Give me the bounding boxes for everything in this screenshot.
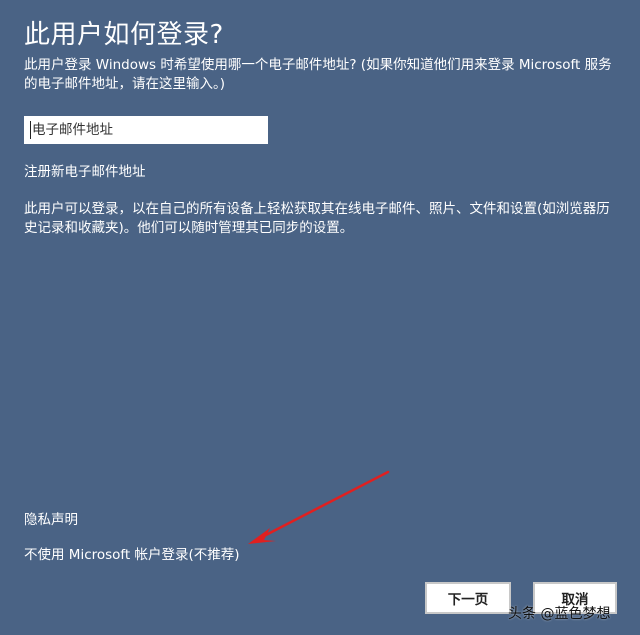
create-email-link[interactable]: 注册新电子邮件地址 xyxy=(24,160,146,180)
next-button[interactable]: 下一页 xyxy=(425,582,511,614)
page-description: 此用户登录 Windows 时希望使用哪一个电子邮件地址? (如果你知道他们用来… xyxy=(24,57,612,92)
watermark: 头条 @蓝色梦想 xyxy=(508,606,611,622)
account-info-text: 此用户可以登录，以在自己的所有设备上轻松获取其在线电子邮件、照片、文件和设置(如… xyxy=(24,201,610,236)
privacy-statement-link[interactable]: 隐私声明 xyxy=(24,508,78,528)
no-microsoft-account-link[interactable]: 不使用 Microsoft 帐户登录(不推荐) xyxy=(24,543,240,563)
email-input[interactable] xyxy=(24,116,268,144)
red-arrow-icon xyxy=(248,470,390,544)
page-title: 此用户如何登录? xyxy=(24,20,224,50)
text-caret xyxy=(30,121,31,139)
